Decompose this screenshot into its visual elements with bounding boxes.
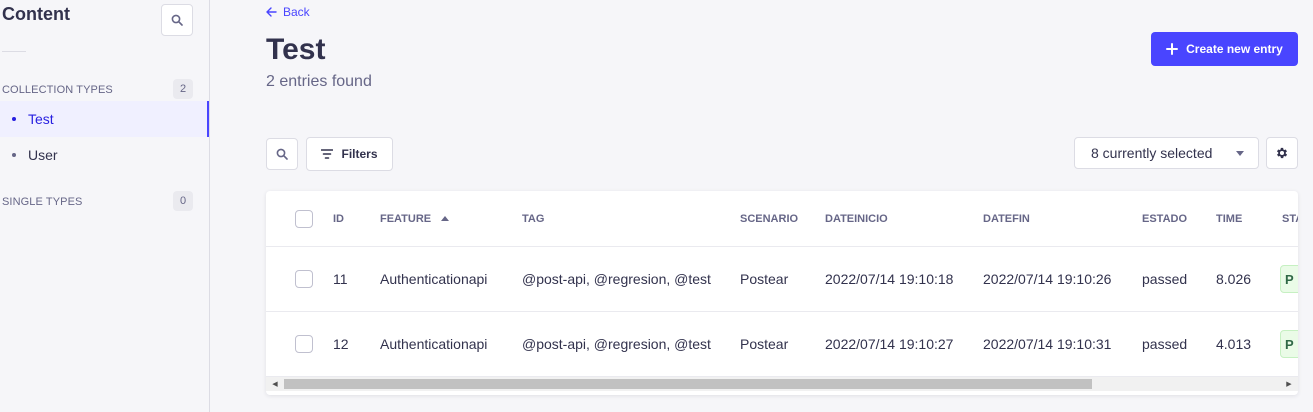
sidebar-search-button[interactable]	[161, 4, 193, 36]
cell-tag: @post-api, @regresion, @test	[522, 336, 711, 352]
scrollbar-thumb[interactable]	[284, 379, 1092, 389]
cell-estado: passed	[1142, 336, 1188, 352]
row-checkbox[interactable]	[295, 335, 313, 353]
scroll-right-icon[interactable]: ▶	[1282, 377, 1296, 391]
cell-tag: @post-api, @regresion, @test	[522, 271, 711, 287]
column-header-estado[interactable]: ESTADO	[1142, 191, 1187, 246]
arrow-left-icon	[266, 7, 277, 17]
collection-types-heading: COLLECTION TYPES	[2, 84, 113, 96]
cell-feature: Authenticationapi	[380, 271, 488, 287]
cell-status: P	[1280, 312, 1298, 376]
table-search-button[interactable]	[266, 138, 298, 170]
column-header-scenario[interactable]: SCENARIO	[740, 191, 798, 246]
single-types-heading: SINGLE TYPES	[2, 196, 83, 208]
settings-button[interactable]	[1266, 137, 1298, 169]
search-icon	[276, 148, 288, 160]
back-label: Back	[283, 5, 310, 19]
row-checkbox-cell	[295, 312, 313, 376]
single-types-count: 0	[173, 191, 193, 211]
column-header-id[interactable]: ID	[333, 191, 344, 246]
row-checkbox-cell	[295, 247, 313, 311]
entries-count: 2 entries found	[266, 73, 372, 90]
gear-icon	[1276, 147, 1288, 159]
select-all-checkbox[interactable]	[295, 209, 313, 228]
column-header-tag[interactable]: TAG	[522, 191, 544, 246]
sidebar-item-label: Test	[28, 111, 54, 127]
caret-down-icon	[1236, 150, 1244, 156]
status-badge: P	[1280, 265, 1298, 293]
create-button-label: Create new entry	[1186, 42, 1283, 56]
status-badge: P	[1280, 330, 1298, 358]
columns-select[interactable]: 8 currently selected	[1074, 137, 1259, 169]
sidebar-item-label: User	[28, 147, 58, 163]
table-header-row: ID FEATURE TAG SCENARIO DATEINICIO DATEF…	[266, 191, 1298, 247]
scroll-left-icon[interactable]: ◀	[268, 377, 282, 391]
filter-icon	[321, 149, 334, 159]
search-icon	[171, 14, 183, 26]
columns-select-value: 8 currently selected	[1091, 145, 1213, 161]
entries-table: ID FEATURE TAG SCENARIO DATEINICIO DATEF…	[266, 191, 1298, 395]
cell-time: 8.026	[1216, 271, 1252, 287]
cell-datefin: 2022/07/14 19:10:26	[983, 271, 1112, 287]
content-sidebar: Content COLLECTION TYPES 2 Test User SIN…	[0, 0, 210, 412]
cell-id: 11	[333, 271, 348, 287]
cell-scenario: Postear	[740, 271, 789, 287]
column-header-datefin[interactable]: DATEFIN	[983, 191, 1030, 246]
cell-scenario: Postear	[740, 336, 789, 352]
filters-label: Filters	[341, 147, 378, 161]
horizontal-scrollbar[interactable]: ◀ ▶	[266, 377, 1298, 391]
select-all-checkbox-cell	[295, 191, 313, 246]
cell-datefin: 2022/07/14 19:10:31	[983, 336, 1112, 352]
collection-types-count: 2	[173, 79, 193, 99]
column-header-time[interactable]: TIME	[1216, 191, 1242, 246]
row-checkbox[interactable]	[295, 270, 313, 288]
page-title: Test	[266, 33, 326, 66]
cell-dateinicio: 2022/07/14 19:10:18	[825, 271, 954, 287]
sidebar-divider	[2, 51, 26, 52]
create-new-entry-button[interactable]: Create new entry	[1151, 32, 1298, 66]
sort-ascending-icon	[441, 216, 450, 221]
cell-estado: passed	[1142, 271, 1188, 287]
sidebar-item-user[interactable]: User	[0, 137, 209, 173]
filters-button[interactable]: Filters	[306, 137, 393, 171]
cell-id: 12	[333, 336, 349, 352]
column-header-status[interactable]: STA	[1282, 191, 1298, 246]
cell-status: P	[1280, 247, 1298, 311]
back-link[interactable]: Back	[266, 5, 310, 19]
table-row[interactable]: 11 Authenticationapi @post-api, @regresi…	[266, 247, 1298, 312]
column-header-label: FEATURE	[380, 212, 432, 225]
cell-dateinicio: 2022/07/14 19:10:27	[825, 336, 954, 352]
table-row[interactable]: 12 Authenticationapi @post-api, @regresi…	[266, 312, 1298, 377]
column-header-dateinicio[interactable]: DATEINICIO	[825, 191, 888, 246]
cell-time: 4.013	[1216, 336, 1252, 352]
bullet-icon	[12, 153, 16, 157]
plus-icon	[1166, 43, 1179, 55]
sidebar-item-test[interactable]: Test	[0, 101, 209, 137]
bullet-icon	[12, 117, 16, 121]
cell-feature: Authenticationapi	[380, 336, 488, 352]
sidebar-title: Content	[2, 4, 70, 24]
column-header-feature[interactable]: FEATURE	[380, 191, 450, 246]
